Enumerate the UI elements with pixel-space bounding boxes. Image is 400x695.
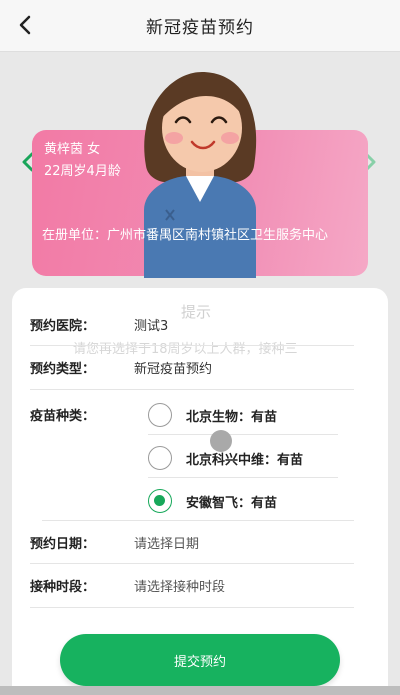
- back-button[interactable]: [10, 10, 40, 40]
- period-row[interactable]: 接种时段： 请选择接种时段: [30, 564, 354, 608]
- patient-unit: 在册单位：广州市番禺区南村镇社区卫生服务中心: [42, 228, 329, 243]
- vaccine-option-sinovac[interactable]: 北京科兴中维：有苗: [148, 437, 354, 479]
- avatar-illustration: [144, 72, 257, 278]
- divider: [148, 477, 338, 478]
- patient-age: 22周岁4月龄: [44, 164, 121, 179]
- option-label: 北京科兴中维：有苗: [186, 452, 304, 468]
- radio-button-checked[interactable]: [148, 489, 172, 513]
- radio-button[interactable]: [148, 403, 172, 427]
- divider: [148, 434, 338, 435]
- patient-name-gender: 黄梓茵 女: [44, 142, 101, 157]
- top-nav-bar: 新冠疫苗预约: [0, 0, 400, 52]
- type-label: 预约类型：: [30, 362, 96, 377]
- appointment-type-row[interactable]: 预约类型： 新冠疫苗预约: [30, 346, 354, 390]
- date-row[interactable]: 预约日期： 请选择日期: [30, 521, 354, 564]
- period-label: 接种时段：: [30, 580, 96, 595]
- vaccine-option-anhui-zhifei[interactable]: 安徽智飞：有苗: [148, 480, 354, 522]
- radio-button[interactable]: [148, 446, 172, 470]
- hospital-row[interactable]: 预约医院： 测试3: [30, 304, 354, 346]
- type-value: 新冠疫苗预约: [134, 362, 213, 377]
- bottom-bar: [0, 686, 400, 695]
- touch-indicator: [210, 430, 232, 452]
- chevron-left-icon: [19, 15, 31, 35]
- submit-button[interactable]: 提交预约: [60, 634, 340, 686]
- date-label: 预约日期：: [30, 536, 96, 552]
- option-label: 安徽智飞：有苗: [186, 495, 278, 511]
- date-picker[interactable]: 请选择日期: [134, 533, 199, 552]
- option-label: 北京生物：有苗: [186, 409, 278, 425]
- period-picker[interactable]: 请选择接种时段: [134, 576, 225, 595]
- page-title: 新冠疫苗预约: [146, 18, 254, 38]
- hospital-label: 预约医院：: [30, 319, 96, 334]
- vaccine-label: 疫苗种类：: [30, 409, 96, 424]
- vaccine-option-beijing-bio[interactable]: 北京生物：有苗: [148, 394, 354, 436]
- hospital-value: 测试3: [134, 319, 169, 334]
